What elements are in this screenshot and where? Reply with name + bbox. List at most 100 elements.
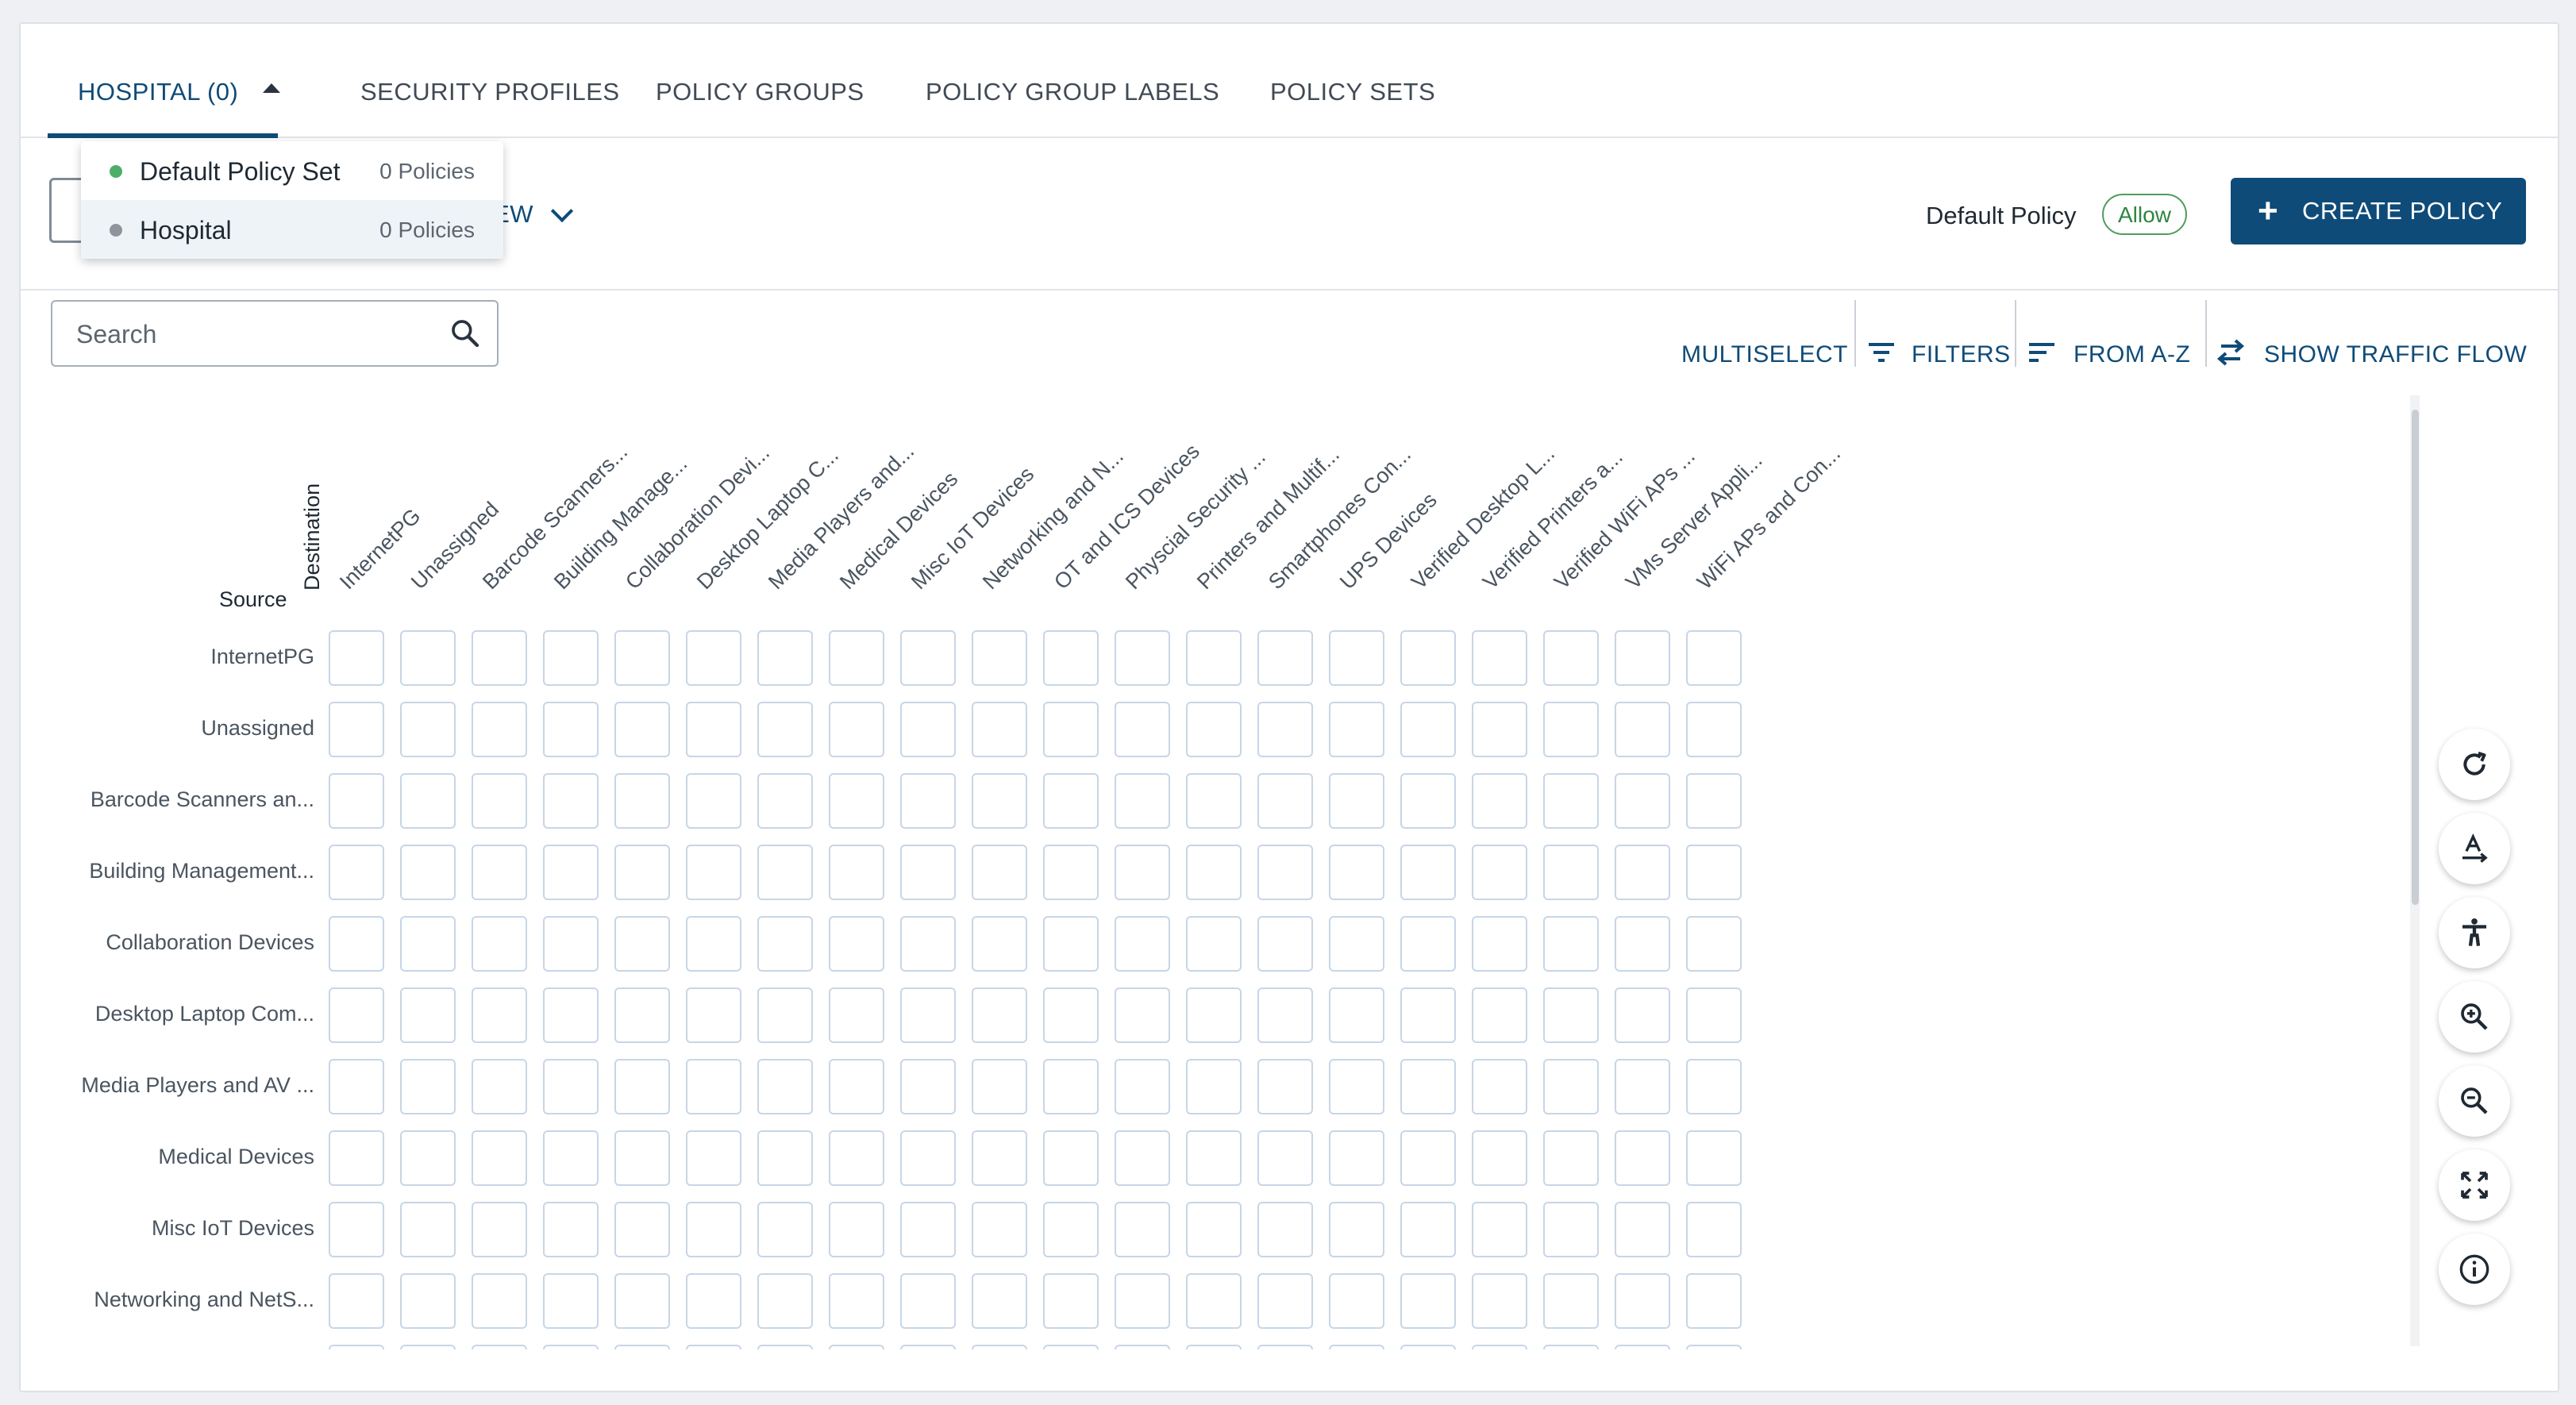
row-header[interactable]: Unassigned bbox=[52, 716, 314, 741]
matrix-cell[interactable] bbox=[829, 1130, 884, 1186]
matrix-cell[interactable] bbox=[1043, 1273, 1099, 1329]
matrix-cell[interactable] bbox=[757, 916, 813, 972]
matrix-cell[interactable] bbox=[900, 702, 956, 757]
matrix-cell[interactable] bbox=[400, 630, 456, 686]
matrix-cell[interactable] bbox=[543, 1130, 599, 1186]
matrix-cell[interactable] bbox=[614, 1130, 670, 1186]
matrix-cell[interactable] bbox=[472, 630, 527, 686]
create-policy-button[interactable]: + CREATE POLICY bbox=[2231, 178, 2526, 244]
matrix-cell[interactable] bbox=[329, 916, 384, 972]
matrix-cell[interactable] bbox=[686, 773, 741, 829]
matrix-cell[interactable] bbox=[686, 1130, 741, 1186]
matrix-cell[interactable] bbox=[472, 845, 527, 900]
matrix-cell[interactable] bbox=[1329, 845, 1384, 900]
sort-icon[interactable] bbox=[2026, 340, 2058, 365]
matrix-cell[interactable] bbox=[329, 987, 384, 1043]
matrix-cell[interactable] bbox=[829, 845, 884, 900]
matrix-cell[interactable] bbox=[900, 1345, 956, 1349]
matrix-cell[interactable] bbox=[757, 630, 813, 686]
matrix-cell[interactable] bbox=[1257, 1202, 1313, 1257]
matrix-cell[interactable] bbox=[1329, 702, 1384, 757]
matrix-cell[interactable] bbox=[614, 702, 670, 757]
matrix-cell[interactable] bbox=[543, 1202, 599, 1257]
matrix-cell[interactable] bbox=[1043, 845, 1099, 900]
row-header[interactable]: Collaboration Devices bbox=[52, 930, 314, 955]
matrix-cell[interactable] bbox=[1043, 630, 1099, 686]
matrix-cell[interactable] bbox=[329, 1059, 384, 1114]
matrix-cell[interactable] bbox=[829, 987, 884, 1043]
dropdown-item-default-policy-set[interactable]: Default Policy Set 0 Policies bbox=[81, 141, 503, 200]
matrix-cell[interactable] bbox=[614, 845, 670, 900]
matrix-cell[interactable] bbox=[1115, 845, 1170, 900]
matrix-cell[interactable] bbox=[1686, 1059, 1742, 1114]
matrix-cell[interactable] bbox=[900, 845, 956, 900]
matrix-cell[interactable] bbox=[472, 1059, 527, 1114]
matrix-cell[interactable] bbox=[1329, 987, 1384, 1043]
matrix-cell[interactable] bbox=[757, 773, 813, 829]
matrix-cell[interactable] bbox=[1615, 773, 1670, 829]
matrix-cell[interactable] bbox=[400, 702, 456, 757]
matrix-cell[interactable] bbox=[1686, 987, 1742, 1043]
matrix-cell[interactable] bbox=[1472, 1059, 1527, 1114]
matrix-cell[interactable] bbox=[1543, 702, 1599, 757]
matrix-cell[interactable] bbox=[614, 1273, 670, 1329]
matrix-cell[interactable] bbox=[1472, 916, 1527, 972]
matrix-cell[interactable] bbox=[1472, 1273, 1527, 1329]
matrix-cell[interactable] bbox=[972, 1202, 1027, 1257]
matrix-cell[interactable] bbox=[400, 1345, 456, 1349]
matrix-cell[interactable] bbox=[614, 987, 670, 1043]
matrix-cell[interactable] bbox=[1257, 845, 1313, 900]
matrix-cell[interactable] bbox=[757, 1202, 813, 1257]
matrix-cell[interactable] bbox=[400, 845, 456, 900]
matrix-cell[interactable] bbox=[543, 845, 599, 900]
matrix-cell[interactable] bbox=[757, 845, 813, 900]
row-header[interactable]: Misc IoT Devices bbox=[52, 1216, 314, 1241]
matrix-cell[interactable] bbox=[1329, 773, 1384, 829]
matrix-cell[interactable] bbox=[972, 630, 1027, 686]
matrix-cell[interactable] bbox=[1186, 987, 1242, 1043]
matrix-cell[interactable] bbox=[1043, 773, 1099, 829]
chevron-down-icon[interactable] bbox=[550, 199, 574, 223]
matrix-cell[interactable] bbox=[472, 916, 527, 972]
swap-arrows-icon[interactable] bbox=[2215, 338, 2247, 367]
matrix-cell[interactable] bbox=[1043, 987, 1099, 1043]
matrix-cell[interactable] bbox=[829, 702, 884, 757]
matrix-cell[interactable] bbox=[1186, 1202, 1242, 1257]
matrix-cell[interactable] bbox=[1472, 1202, 1527, 1257]
matrix-cell[interactable] bbox=[900, 1130, 956, 1186]
scrollbar-thumb[interactable] bbox=[2412, 410, 2419, 905]
matrix-cell[interactable] bbox=[614, 1202, 670, 1257]
matrix-cell[interactable] bbox=[1686, 1202, 1742, 1257]
matrix-cell[interactable] bbox=[1400, 630, 1456, 686]
matrix-cell[interactable] bbox=[1686, 1130, 1742, 1186]
zoom-out-button[interactable] bbox=[2439, 1065, 2510, 1137]
zoom-in-button[interactable] bbox=[2439, 981, 2510, 1053]
matrix-cell[interactable] bbox=[829, 1202, 884, 1257]
matrix-cell[interactable] bbox=[1115, 1059, 1170, 1114]
matrix-cell[interactable] bbox=[400, 1130, 456, 1186]
matrix-cell[interactable] bbox=[757, 1059, 813, 1114]
matrix-cell[interactable] bbox=[1686, 1273, 1742, 1329]
matrix-cell[interactable] bbox=[1400, 1130, 1456, 1186]
matrix-cell[interactable] bbox=[829, 1345, 884, 1349]
matrix-cell[interactable] bbox=[1543, 773, 1599, 829]
row-header[interactable]: Networking and NetS... bbox=[52, 1288, 314, 1312]
matrix-cell[interactable] bbox=[400, 916, 456, 972]
matrix-cell[interactable] bbox=[1615, 1202, 1670, 1257]
matrix-cell[interactable] bbox=[1329, 1202, 1384, 1257]
matrix-cell[interactable] bbox=[1329, 916, 1384, 972]
matrix-cell[interactable] bbox=[829, 630, 884, 686]
matrix-cell[interactable] bbox=[472, 1345, 527, 1349]
matrix-cell[interactable] bbox=[472, 1130, 527, 1186]
matrix-cell[interactable] bbox=[1043, 1202, 1099, 1257]
matrix-cell[interactable] bbox=[900, 916, 956, 972]
matrix-cell[interactable] bbox=[1686, 1345, 1742, 1349]
matrix-cell[interactable] bbox=[1543, 1202, 1599, 1257]
matrix-cell[interactable] bbox=[614, 1345, 670, 1349]
matrix-cell[interactable] bbox=[1400, 1345, 1456, 1349]
matrix-cell[interactable] bbox=[472, 702, 527, 757]
matrix-cell[interactable] bbox=[1400, 1202, 1456, 1257]
matrix-cell[interactable] bbox=[1615, 1059, 1670, 1114]
matrix-cell[interactable] bbox=[329, 630, 384, 686]
matrix-cell[interactable] bbox=[1329, 1059, 1384, 1114]
